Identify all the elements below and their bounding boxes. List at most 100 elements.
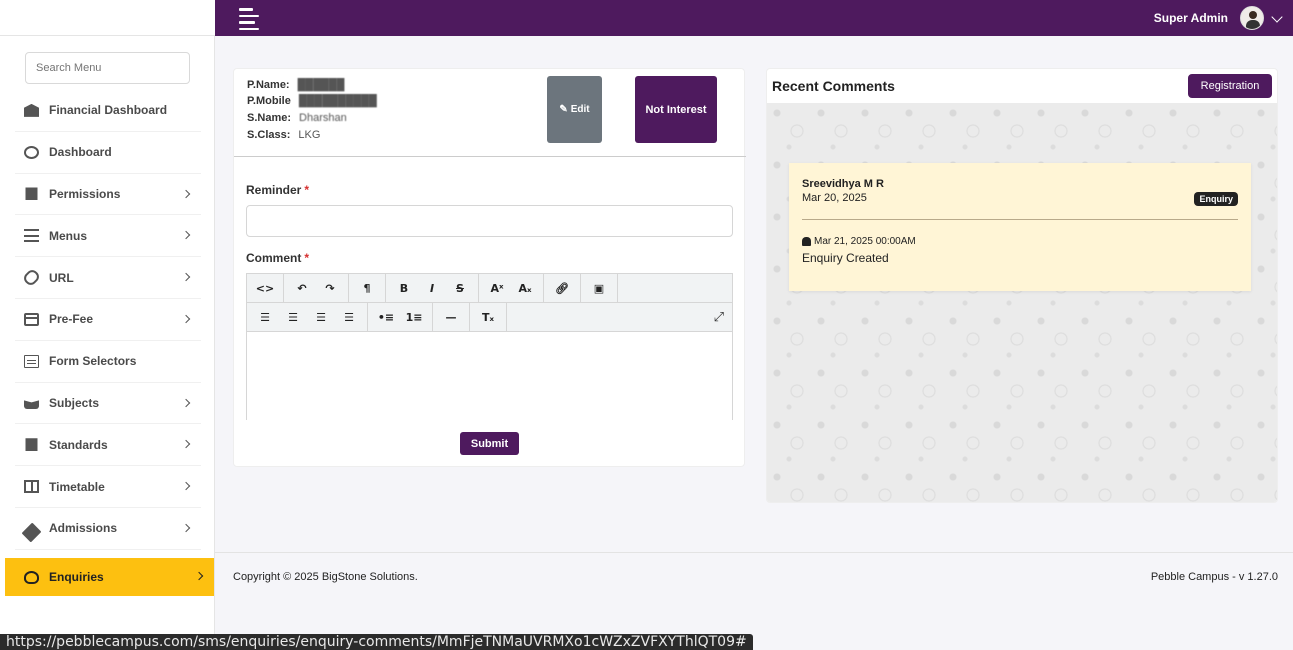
submit-button[interactable]: Submit — [460, 432, 519, 455]
sidebar-item-label: Timetable — [49, 479, 105, 494]
parent-name-row: P.Name: ██████ — [247, 79, 344, 91]
comment-textarea[interactable] — [247, 332, 732, 420]
sidebar-item-dashboard[interactable]: Dashboard — [15, 132, 201, 174]
not-interest-button[interactable]: Not Interest — [635, 76, 717, 143]
pencil-icon — [21, 522, 42, 543]
reminder-input[interactable] — [246, 205, 733, 237]
sidebar-item-menus[interactable]: Menus — [15, 215, 201, 258]
fullscreen-icon[interactable]: ⤢ — [714, 309, 724, 325]
comment-divider — [802, 219, 1238, 220]
sidebar-item-pre-fee[interactable]: Pre-Fee — [15, 299, 201, 341]
align-right-icon[interactable]: ☰ — [307, 305, 335, 329]
chevron-right-icon — [181, 523, 191, 533]
student-name-row: S.Name: Dharshan — [247, 112, 347, 124]
top-navbar: Super Admin — [0, 0, 1293, 36]
reminder-datetime: Mar 21, 2025 00:00AM — [814, 236, 916, 247]
status-badge: Enquiry — [1194, 192, 1238, 206]
redo-icon[interactable]: ↷ — [316, 276, 344, 300]
sidebar-item-url[interactable]: URL — [15, 257, 201, 299]
chat-background: Sreevidhya M R Mar 20, 2025 Enquiry Mar … — [767, 103, 1277, 502]
edit-button[interactable]: ✎ Edit — [547, 76, 602, 143]
link-icon[interactable]: 🔗︎ — [548, 276, 576, 300]
bullet-list-icon[interactable]: •≡ — [372, 305, 400, 329]
italic-icon[interactable]: I — [418, 276, 446, 300]
sidebar-nav: Financial Dashboard Dashboard Permissions M… — [15, 90, 201, 592]
parent-mobile-label: P.Mobile — [247, 95, 291, 107]
chevron-right-icon — [181, 272, 191, 282]
chevron-right-icon — [181, 481, 191, 491]
sidebar-item-form-selectors[interactable]: Form Selectors — [15, 341, 201, 383]
reminder-label-text: Reminder — [246, 183, 302, 197]
comment-reminder: Mar 21, 2025 00:00AM — [802, 236, 916, 247]
form-icon — [24, 354, 39, 368]
code-view-icon[interactable]: <> — [251, 276, 279, 300]
registration-button[interactable]: Registration — [1188, 74, 1272, 98]
editor-toolbar-row-1: <> ↶ ↷ ¶ BIS Aˣ Aₓ 🔗︎ ▣ — [247, 273, 732, 303]
parent-name-value: ██████ — [297, 79, 345, 91]
comment-label-text: Comment — [246, 251, 302, 265]
table-icon — [24, 480, 39, 494]
sidebar-item-label: Admissions — [49, 521, 118, 536]
sidebar-item-label: Permissions — [49, 186, 121, 201]
divider — [234, 156, 746, 157]
sidebar-item-label: Financial Dashboard — [49, 103, 168, 118]
chevron-right-icon — [181, 440, 191, 449]
brand-area — [0, 0, 215, 36]
clear-format-icon[interactable]: Tₓ — [474, 305, 502, 329]
superscript-icon[interactable]: Aˣ — [483, 276, 511, 300]
user-name[interactable]: Super Admin — [1154, 11, 1228, 25]
required-mark: * — [304, 183, 310, 197]
comment-editor: <> ↶ ↷ ¶ BIS Aˣ Aₓ 🔗︎ ▣ ☰ ☰ ☰ ☰ •≡ 1≡ — Tₓ ⤢ — [246, 273, 733, 420]
list-icon — [24, 229, 39, 243]
comment-item: Sreevidhya M R Mar 20, 2025 Enquiry Mar … — [789, 163, 1251, 291]
parent-name-label: P.Name: — [247, 79, 290, 91]
chevron-right-icon — [181, 231, 191, 240]
search-menu-input[interactable] — [25, 52, 190, 84]
comment-text: Enquiry Created — [802, 251, 889, 265]
bold-icon[interactable]: B — [390, 276, 418, 300]
sidebar-item-timetable[interactable]: Timetable — [15, 466, 201, 508]
sidebar-item-admissions[interactable]: Admissions — [15, 508, 201, 550]
sidebar: Financial Dashboard Dashboard Permissions M… — [0, 36, 215, 636]
recent-comments-card: Recent Comments Registration Sreevidhya … — [766, 68, 1278, 503]
sidebar-item-subjects[interactable]: Subjects — [15, 383, 201, 425]
numbered-list-icon[interactable]: 1≡ — [400, 305, 428, 329]
sidebar-item-label: Subjects — [49, 395, 100, 410]
book-reader-icon — [24, 400, 39, 410]
required-mark: * — [304, 251, 310, 265]
chevron-down-icon[interactable] — [1271, 11, 1283, 23]
image-icon[interactable]: ▣ — [585, 276, 613, 300]
sidebar-item-financial-dashboard[interactable]: Financial Dashboard — [15, 90, 201, 132]
chevron-right-icon — [181, 314, 191, 324]
sidebar-item-label: Menus — [49, 228, 88, 243]
student-class-label: S.Class: — [247, 129, 291, 141]
student-name-label: S.Name: — [247, 112, 292, 124]
sidebar-item-label: Dashboard — [49, 145, 112, 160]
edit-label: Edit — [570, 104, 590, 115]
chevron-right-icon — [181, 189, 191, 198]
menu-toggle-icon[interactable] — [239, 8, 259, 30]
sidebar-item-label: URL — [49, 270, 74, 285]
edit-icon: ✎ — [559, 104, 568, 115]
sidebar-item-label: Standards — [49, 437, 108, 452]
version-text: Pebble Campus - v 1.27.0 — [1150, 571, 1278, 583]
avatar[interactable] — [1240, 6, 1264, 30]
enquiry-card: P.Name: ██████ P.Mobile ██████████ S.Name:… — [233, 68, 746, 467]
horizontal-rule-icon[interactable]: — — [437, 305, 465, 329]
align-justify-icon[interactable]: ☰ — [335, 305, 363, 329]
sidebar-item-permissions[interactable]: Permissions — [15, 174, 201, 216]
undo-icon[interactable]: ↶ — [288, 276, 316, 300]
copyright-text: Copyright © 2025 BigStone Solutions. — [233, 571, 418, 583]
status-url-tooltip: https://pebblecampus.com/sms/enquiries/e… — [0, 634, 753, 650]
footer: Copyright © 2025 BigStone Solutions. Peb… — [215, 552, 1293, 602]
strikethrough-icon[interactable]: S — [446, 276, 474, 300]
recent-comments-title: Recent Comments — [772, 78, 895, 94]
chevron-right-icon — [194, 571, 204, 581]
headset-icon — [24, 570, 39, 584]
sidebar-item-standards[interactable]: Standards — [15, 424, 201, 467]
paragraph-style-icon[interactable]: ¶ — [353, 276, 381, 300]
sidebar-item-enquiries[interactable]: Enquiries — [5, 558, 214, 596]
align-center-icon[interactable]: ☰ — [279, 305, 307, 329]
align-left-icon[interactable]: ☰ — [251, 305, 279, 329]
subscript-icon[interactable]: Aₓ — [511, 276, 539, 300]
